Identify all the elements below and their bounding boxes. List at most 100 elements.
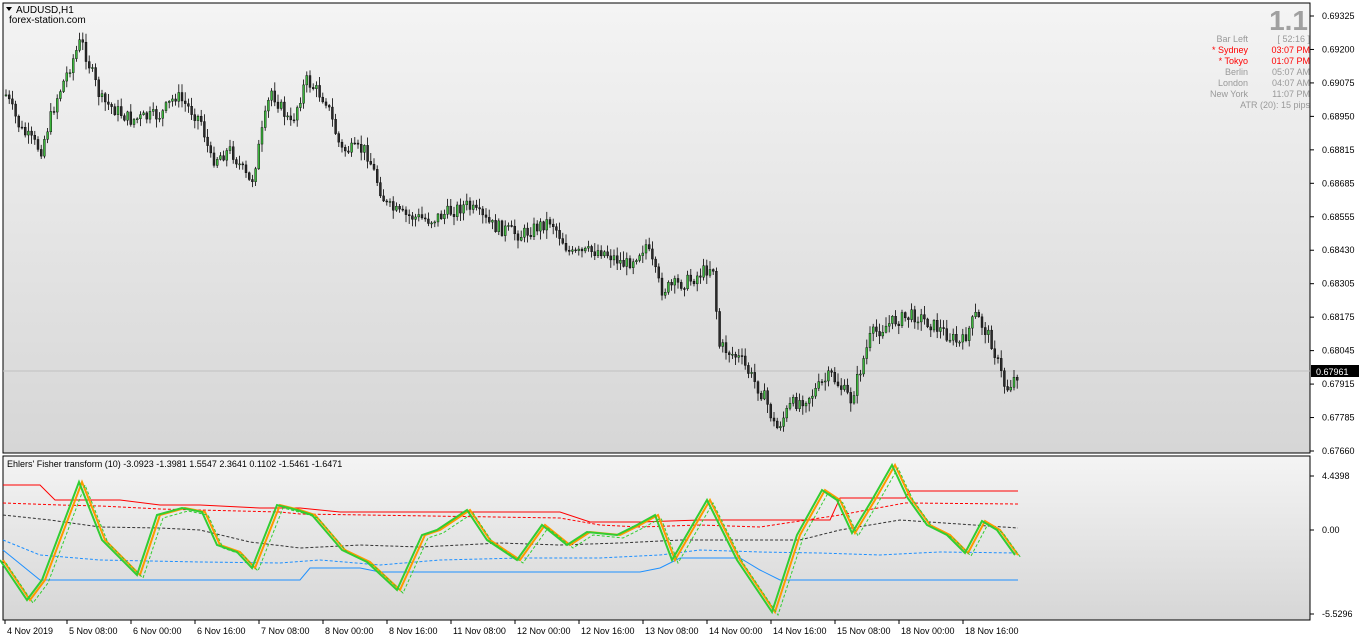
candle-body	[641, 252, 644, 256]
candle-body	[801, 400, 804, 407]
candle-body	[420, 214, 424, 219]
candle-body	[161, 110, 165, 119]
candle-body	[116, 106, 120, 115]
candle-body	[977, 312, 980, 318]
candle-body	[340, 141, 344, 148]
candle-body	[235, 159, 238, 165]
candle-body	[475, 204, 478, 208]
candle-body	[1006, 386, 1009, 391]
candle-body	[344, 147, 347, 152]
candle-body	[820, 381, 824, 383]
candle-body	[481, 208, 484, 216]
info-row-value: [ 52:16 ]	[1277, 34, 1310, 44]
price-tick-label: 0.68815	[1322, 145, 1355, 155]
candle-body	[87, 61, 91, 69]
candle-body	[932, 320, 936, 331]
indicator-pane[interactable]	[2, 455, 1311, 621]
candle-body	[542, 221, 545, 231]
candle-body	[574, 249, 577, 252]
candle-body	[785, 408, 788, 419]
time-tick-label: 11 Nov 08:00	[453, 626, 506, 636]
candle-body	[737, 355, 740, 358]
candle-body	[27, 130, 30, 136]
candle-body	[699, 275, 702, 278]
candle-body	[7, 94, 11, 100]
price-pane[interactable]	[2, 2, 1311, 454]
candle-body	[696, 275, 699, 285]
candle-body	[811, 395, 814, 399]
candle-body	[347, 150, 350, 153]
candle-body	[91, 67, 94, 69]
info-row-label: Bar Left	[1216, 34, 1248, 44]
price-tick-label: 0.68555	[1322, 212, 1355, 222]
candle-body	[52, 111, 56, 113]
chart-canvas[interactable]: 0.69325 0.69200 0.69075 0.68950 0.68815 0.686…	[0, 0, 1362, 642]
candle-body	[212, 152, 216, 166]
candle-body	[135, 118, 139, 121]
candle-body	[916, 321, 920, 324]
candle-body	[398, 205, 401, 210]
candle-body	[769, 404, 772, 419]
candle-body	[30, 130, 33, 136]
time-tick-label: 15 Nov 08:00	[837, 626, 891, 636]
candle-body	[292, 119, 296, 122]
candle-body	[561, 238, 564, 244]
candle-body	[289, 115, 292, 121]
candle-body	[779, 426, 782, 429]
candle-body	[276, 101, 280, 109]
time-tick-label: 18 Nov 16:00	[965, 626, 1019, 636]
candle-body	[100, 93, 104, 97]
time-axis: 4 Nov 2019 5 Nov 08:00 6 Nov 00:00 6 Nov 16…	[4, 620, 1019, 636]
time-tick-label: 6 Nov 00:00	[133, 626, 182, 636]
candle-body	[385, 200, 388, 203]
price-tick-label: 0.68430	[1322, 245, 1355, 255]
candle-body	[363, 145, 366, 153]
candle-body	[251, 179, 254, 182]
candle-body	[590, 246, 593, 252]
price-tick-label: 0.68950	[1322, 111, 1355, 121]
candle-body	[868, 333, 872, 348]
atr-label: ATR (20): 15 pips	[1240, 100, 1310, 110]
candle-body	[331, 106, 334, 120]
candle-body	[990, 329, 993, 349]
candle-body	[827, 370, 830, 382]
candle-body	[721, 342, 724, 347]
candle-body	[920, 314, 923, 323]
candle-body	[609, 255, 612, 261]
time-tick-label: 8 Nov 16:00	[389, 626, 438, 636]
candle-body	[513, 225, 516, 235]
price-tick-label: 0.67915	[1322, 379, 1355, 389]
candle-body	[724, 342, 728, 353]
candle-body	[465, 200, 468, 206]
candle-body	[110, 104, 113, 107]
candle-body	[190, 106, 193, 115]
candle-body	[75, 50, 78, 59]
candle-body	[996, 357, 1000, 359]
candle-body	[142, 112, 145, 115]
candle-body	[843, 384, 846, 390]
candle-body	[923, 314, 926, 320]
candle-body	[369, 161, 372, 165]
candle-body	[702, 265, 705, 278]
candle-body	[526, 227, 529, 236]
candle-body	[123, 115, 126, 121]
info-row-value: 05:07 AM	[1272, 67, 1310, 77]
candle-body	[648, 244, 651, 250]
candle-body	[337, 133, 340, 143]
candle-body	[462, 204, 465, 214]
candle-body	[804, 403, 808, 407]
time-tick-label: 7 Nov 08:00	[261, 626, 310, 636]
candle-body	[948, 339, 952, 342]
candle-body	[603, 251, 606, 257]
candle-body	[865, 347, 868, 359]
candle-body	[171, 98, 174, 102]
candle-body	[225, 150, 229, 161]
info-row-label: London	[1218, 78, 1248, 88]
candle-body	[894, 316, 897, 325]
candle-body	[472, 204, 475, 210]
candle-body	[65, 72, 69, 82]
candle-body	[459, 204, 462, 214]
candle-body	[910, 309, 913, 320]
candle-body	[59, 91, 62, 99]
info-big-value: 1.1	[1269, 5, 1308, 36]
